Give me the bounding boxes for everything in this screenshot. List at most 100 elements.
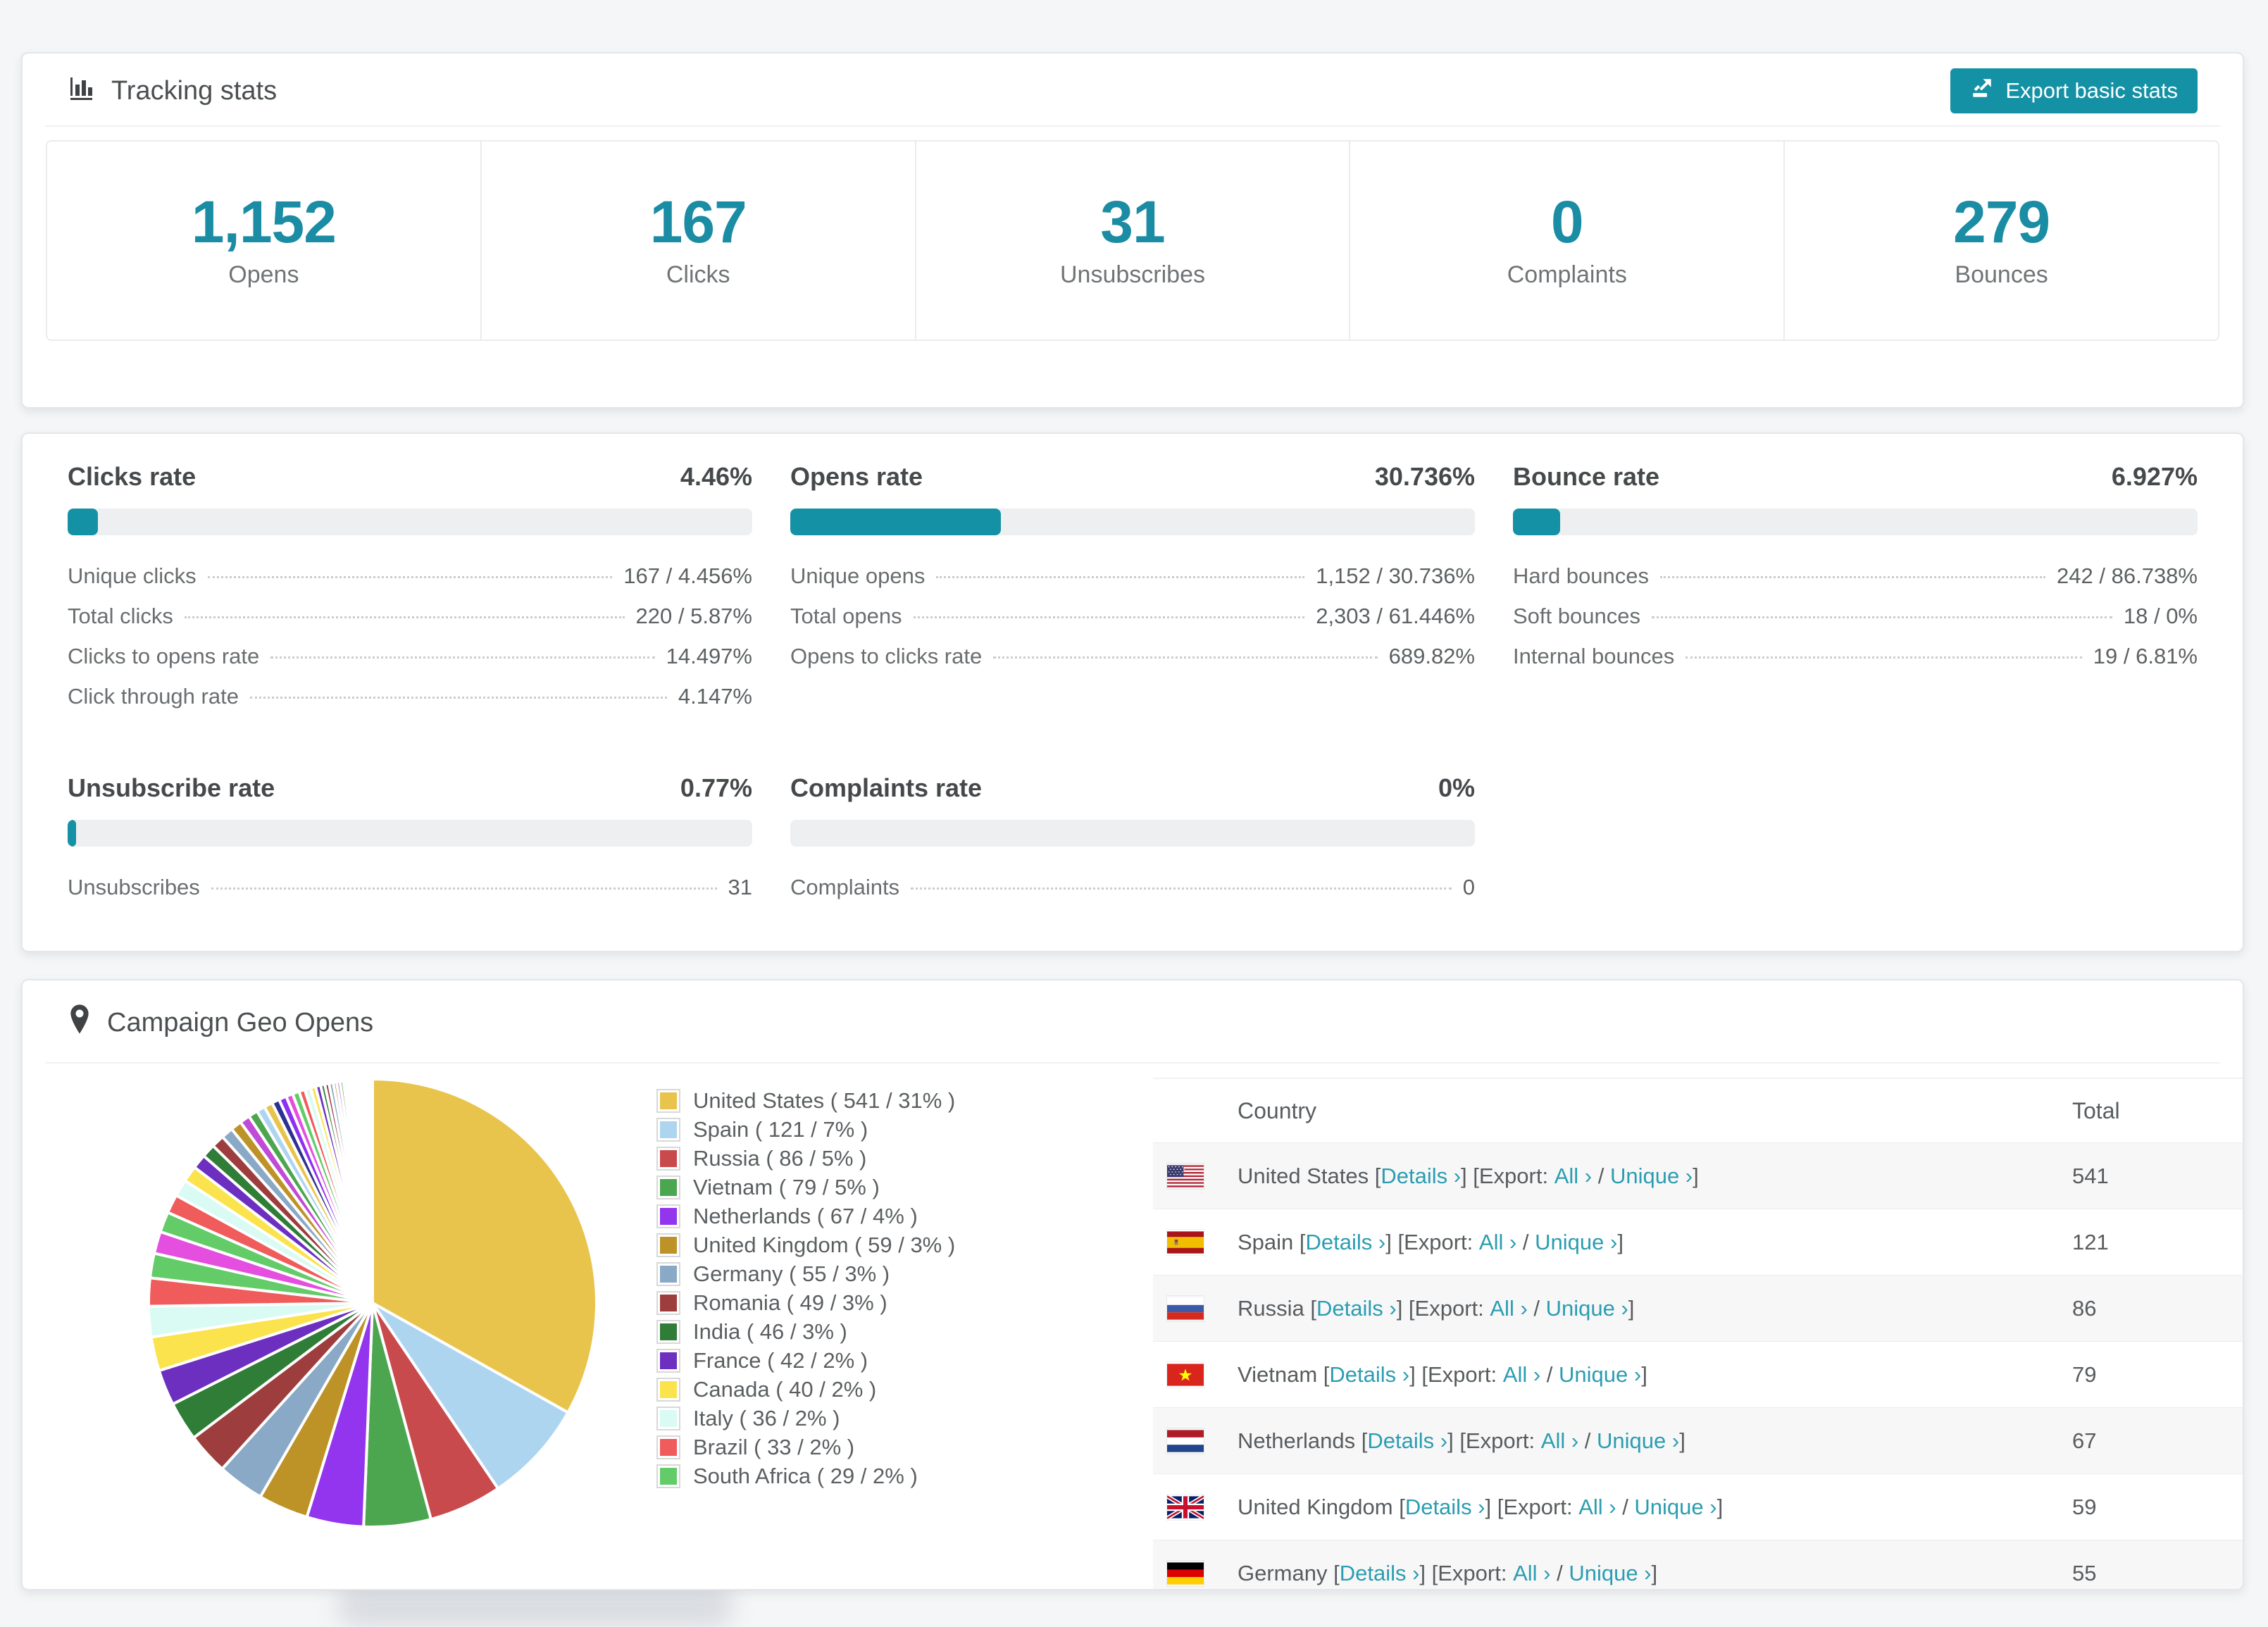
- legend-label: Netherlands ( 67 / 4% ): [693, 1203, 918, 1228]
- rate-panel-complaints-rate: Complaints rate 0% Complaints 0: [790, 773, 1475, 915]
- legend-item: France ( 42 / 2% ): [656, 1346, 955, 1375]
- dotted-leader: [1686, 656, 2082, 659]
- details-link[interactable]: Details ›: [1367, 1428, 1447, 1454]
- legend-swatch: [656, 1464, 680, 1488]
- country-name: Netherlands: [1238, 1428, 1356, 1453]
- export-unique-link[interactable]: Unique ›: [1559, 1362, 1641, 1388]
- country-column-header: Country: [1238, 1097, 1317, 1123]
- rate-detail-row: Total clicks 220 / 5.87%: [68, 604, 752, 628]
- details-link[interactable]: Details ›: [1340, 1561, 1420, 1586]
- legend-label: Vietnam ( 79 / 5% ): [693, 1174, 880, 1199]
- export-icon: [1970, 76, 1994, 106]
- bar-chart-icon: [68, 73, 96, 108]
- legend-item: United States ( 541 / 31% ): [656, 1086, 955, 1115]
- details-link[interactable]: Details ›: [1316, 1296, 1397, 1321]
- geo-opens-pie-chart: [147, 1077, 598, 1528]
- details-link[interactable]: Details ›: [1381, 1164, 1461, 1189]
- export-all-link[interactable]: All ›: [1479, 1230, 1516, 1255]
- dotted-leader: [1651, 616, 2112, 618]
- dotted-leader: [913, 616, 1305, 618]
- legend-label: Brazil ( 33 / 2% ): [693, 1434, 855, 1459]
- export-unique-link[interactable]: Unique ›: [1634, 1495, 1716, 1520]
- tracking-stats-card: Tracking stats Export basic stats 1,152 O…: [21, 52, 2244, 409]
- flag-icon-vn: [1167, 1362, 1204, 1388]
- dotted-leader: [270, 656, 655, 659]
- progress-bar: [68, 820, 752, 847]
- country-name: Russia: [1238, 1295, 1304, 1321]
- country-total: 121: [2072, 1229, 2109, 1254]
- rates-card: Clicks rate 4.46% Unique clicks 167 / 4.456…: [21, 432, 2244, 952]
- stats-row: 1,152 Opens 167 Clicks 31 Unsubscribes 0 Compla…: [46, 140, 2219, 341]
- dotted-leader: [936, 576, 1305, 578]
- rate-detail-row: Unique opens 1,152 / 30.736%: [790, 563, 1475, 588]
- header-divider: [45, 125, 2220, 127]
- country-name: Germany: [1238, 1560, 1328, 1585]
- rate-title: Unsubscribe rate: [68, 773, 275, 802]
- export-all-link[interactable]: All ›: [1490, 1296, 1527, 1321]
- legend-item: Brazil ( 33 / 2% ): [656, 1433, 955, 1461]
- geo-table-row-nl: Netherlands [Details ›] [Export: All › /…: [1153, 1407, 2243, 1473]
- export-unique-link[interactable]: Unique ›: [1546, 1296, 1628, 1321]
- legend-label: Canada ( 40 / 2% ): [693, 1376, 877, 1402]
- progress-bar: [1513, 509, 2198, 535]
- country-name: United States: [1238, 1163, 1369, 1188]
- export-all-link[interactable]: All ›: [1554, 1164, 1592, 1189]
- legend-swatch: [656, 1435, 680, 1459]
- country-name: United Kingdom: [1238, 1494, 1393, 1519]
- rate-panel-bounce-rate: Bounce rate 6.927% Hard bounces 242 / 86.73…: [1513, 462, 2198, 724]
- legend-swatch: [656, 1117, 680, 1142]
- rate-title: Opens rate: [790, 462, 923, 491]
- export-unique-link[interactable]: Unique ›: [1569, 1561, 1651, 1586]
- legend-label: United Kingdom ( 59 / 3% ): [693, 1232, 956, 1257]
- rate-value: 0%: [1438, 773, 1475, 802]
- legend-label: South Africa ( 29 / 2% ): [693, 1463, 918, 1488]
- flag-icon-es: [1167, 1230, 1204, 1255]
- country-name: Spain: [1238, 1229, 1294, 1254]
- legend-item: Netherlands ( 67 / 4% ): [656, 1202, 955, 1230]
- legend-item: Vietnam ( 79 / 5% ): [656, 1173, 955, 1202]
- progress-bar-fill: [1513, 509, 1561, 535]
- legend-swatch: [656, 1261, 680, 1286]
- dotted-leader: [249, 697, 667, 699]
- details-link[interactable]: Details ›: [1329, 1362, 1409, 1388]
- stat-value: 279: [1953, 189, 2050, 255]
- legend-swatch: [656, 1088, 680, 1113]
- legend-swatch: [656, 1319, 680, 1344]
- export-unique-link[interactable]: Unique ›: [1597, 1428, 1679, 1454]
- export-all-link[interactable]: All ›: [1503, 1362, 1540, 1388]
- country-total: 59: [2072, 1494, 2097, 1519]
- export-unique-link[interactable]: Unique ›: [1535, 1230, 1617, 1255]
- export-all-link[interactable]: All ›: [1541, 1428, 1578, 1454]
- country-total: 67: [2072, 1428, 2097, 1453]
- stat-box-opens: 1,152 Opens: [47, 142, 482, 339]
- geo-title: Campaign Geo Opens: [107, 1007, 374, 1037]
- legend-item: Romania ( 49 / 3% ): [656, 1288, 955, 1317]
- export-unique-link[interactable]: Unique ›: [1610, 1164, 1693, 1189]
- progress-bar-fill: [68, 509, 99, 535]
- export-all-link[interactable]: All ›: [1578, 1495, 1616, 1520]
- details-link[interactable]: Details ›: [1306, 1230, 1386, 1255]
- legend-swatch: [656, 1204, 680, 1228]
- legend-swatch: [656, 1233, 680, 1257]
- dotted-leader: [211, 887, 717, 890]
- tracking-stats-header: Tracking stats Export basic stats: [23, 54, 2243, 118]
- country-total: 79: [2072, 1361, 2097, 1387]
- geo-title-wrap: Campaign Geo Opens: [68, 1004, 373, 1042]
- total-column-header: Total: [2072, 1097, 2120, 1123]
- progress-bar-fill: [790, 509, 1001, 535]
- stat-label: Opens: [228, 261, 299, 288]
- stat-label: Unsubscribes: [1060, 261, 1205, 288]
- export-basic-stats-button[interactable]: Export basic stats: [1950, 68, 2198, 113]
- stat-box-complaints: 0 Complaints: [1350, 142, 1786, 339]
- export-all-link[interactable]: All ›: [1513, 1561, 1550, 1586]
- legend-swatch: [656, 1290, 680, 1315]
- progress-bar-fill: [68, 820, 76, 847]
- country-total: 55: [2072, 1560, 2097, 1585]
- legend-label: Romania ( 49 / 3% ): [693, 1290, 887, 1315]
- pie-slice: [370, 1077, 374, 1304]
- legend-item: Italy ( 36 / 2% ): [656, 1404, 955, 1433]
- stat-box-unsubscribes: 31 Unsubscribes: [916, 142, 1351, 339]
- legend-swatch: [656, 1406, 680, 1430]
- flag-icon-de: [1167, 1561, 1204, 1586]
- details-link[interactable]: Details ›: [1405, 1495, 1485, 1520]
